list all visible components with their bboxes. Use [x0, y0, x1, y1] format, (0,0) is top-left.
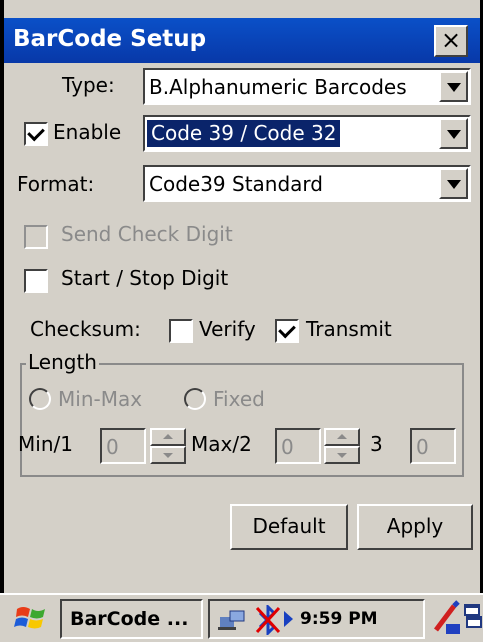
symbology-dropdown[interactable]: Code 39 / Code 32 [143, 115, 471, 152]
min-spinner[interactable] [150, 428, 186, 464]
chevron-down-icon[interactable] [439, 71, 468, 102]
fixed-radio[interactable] [184, 388, 206, 410]
chevron-down-icon[interactable] [439, 168, 468, 199]
min-input[interactable]: 0 [100, 428, 146, 464]
format-value: Code39 Standard [149, 172, 323, 196]
verify-checkbox[interactable] [169, 319, 193, 343]
bluetooth-icon[interactable] [254, 603, 282, 639]
min-value: 0 [106, 435, 119, 459]
enable-checkbox[interactable] [24, 122, 48, 146]
arrow-up-icon[interactable] [150, 428, 186, 446]
system-tray: 9:59 PM [208, 599, 425, 639]
max-value: 0 [281, 435, 294, 459]
dialog-content: Type: B.Alphanumeric Barcodes Enable Cod… [4, 63, 480, 593]
checkmark-icon [278, 320, 296, 339]
symbology-value: Code 39 / Code 32 [147, 120, 341, 147]
transmit-label: Transmit [306, 317, 392, 341]
taskbar-app-button[interactable]: BarCode ... [60, 599, 203, 639]
max-spinner[interactable] [324, 428, 360, 464]
verify-label: Verify [199, 317, 256, 341]
apply-button[interactable]: Apply [357, 504, 473, 550]
checkmark-icon [27, 123, 45, 142]
max-label: Max/2 [191, 432, 252, 456]
input-panel-icon[interactable] [432, 600, 462, 640]
close-button[interactable]: × [434, 25, 468, 57]
min-max-label: Min-Max [58, 387, 143, 411]
windows-start-icon[interactable] [14, 601, 48, 635]
arrow-right-icon [284, 611, 294, 631]
format-dropdown[interactable]: Code39 Standard [143, 165, 471, 202]
min-max-radio[interactable] [29, 388, 51, 410]
length-group-label: Length [26, 350, 99, 374]
format-label: Format: [17, 172, 95, 196]
window-title: BarCode Setup [13, 26, 207, 52]
start-stop-digit-checkbox[interactable] [24, 269, 48, 293]
desktop-icon[interactable] [464, 603, 482, 635]
third-input[interactable]: 0 [410, 428, 456, 464]
type-label: Type: [62, 73, 115, 97]
arrow-down-icon[interactable] [324, 446, 360, 464]
arrow-up-icon[interactable] [324, 428, 360, 446]
min-label: Min/1 [18, 432, 73, 456]
title-bar: BarCode Setup × [4, 18, 480, 63]
start-stop-digit-label: Start / Stop Digit [61, 266, 229, 290]
type-dropdown[interactable]: B.Alphanumeric Barcodes [143, 68, 471, 105]
send-check-digit-label: Send Check Digit [61, 222, 233, 246]
transmit-checkbox[interactable] [275, 319, 299, 343]
clock[interactable]: 9:59 PM [300, 609, 378, 629]
barcode-setup-window: BarCode Setup × Type: B.Alphanumeric Bar… [4, 0, 480, 642]
fixed-label: Fixed [213, 387, 265, 411]
third-label: 3 [370, 432, 383, 456]
third-value: 0 [416, 435, 429, 459]
checksum-label: Checksum: [30, 317, 141, 341]
send-check-digit-checkbox[interactable] [24, 225, 48, 249]
length-groupbox [20, 363, 464, 477]
max-input[interactable]: 0 [275, 428, 321, 464]
network-icon[interactable] [218, 607, 248, 637]
enable-label: Enable [53, 120, 122, 144]
default-button[interactable]: Default [230, 504, 348, 550]
arrow-down-icon[interactable] [150, 446, 186, 464]
chevron-down-icon[interactable] [439, 118, 468, 149]
taskbar: BarCode ... 9:59 PM [0, 593, 483, 642]
type-value: B.Alphanumeric Barcodes [149, 75, 407, 99]
